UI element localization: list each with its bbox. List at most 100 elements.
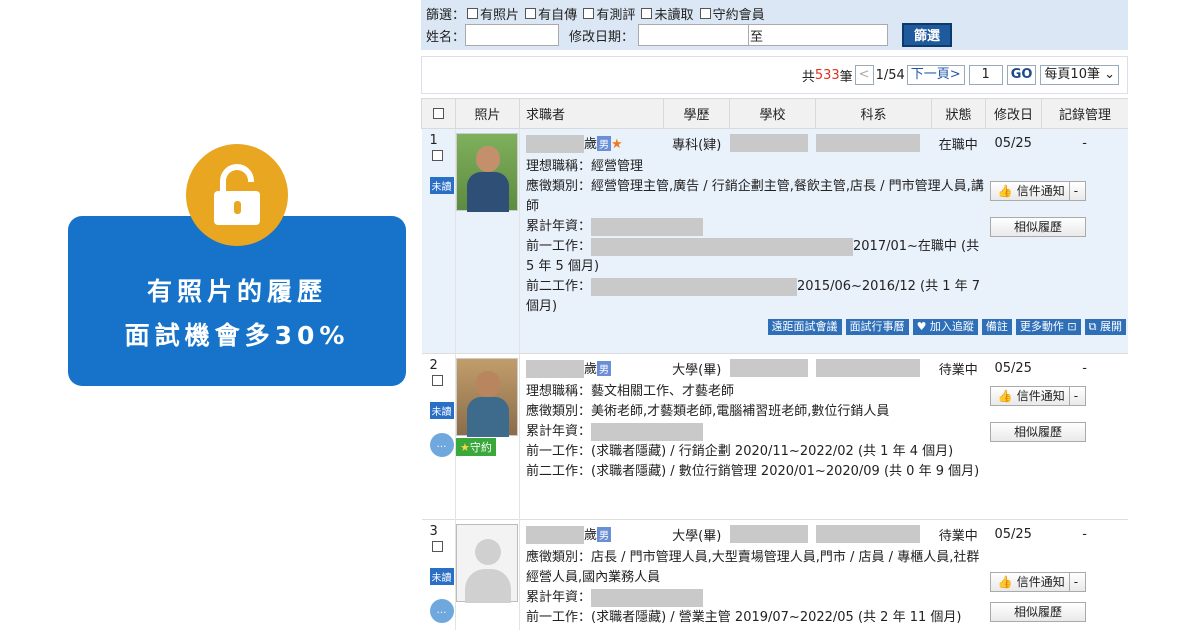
lock-icon — [186, 144, 288, 246]
promo-line-1: 有照片的履歷 — [146, 277, 327, 306]
table-row: 1 未讀 歲男 ★ 專科(肄) 在職中 05/25 - 理想職稱：經營管理 應徵… — [421, 128, 1128, 354]
page-number-input[interactable]: 1 — [968, 65, 1003, 85]
name-redacted — [526, 360, 584, 379]
unread-badge: 未讀 — [429, 402, 454, 419]
filter-checkbox-member[interactable] — [699, 8, 711, 19]
status: 待業中 — [938, 362, 978, 378]
similar-resume-button[interactable]: 相似履歷 — [990, 602, 1086, 622]
email-notify-button[interactable]: 👍 信件通知 - — [990, 572, 1086, 592]
row-checkbox[interactable] — [431, 541, 443, 552]
page-indicator: 1/54 — [875, 67, 905, 83]
status: 待業中 — [938, 528, 978, 544]
age-label: 歲 — [584, 136, 598, 152]
years-label: 累計年資： — [526, 219, 592, 234]
email-notify-button[interactable]: 👍 信件通知 - — [990, 181, 1086, 201]
filter-checkbox-test[interactable] — [583, 8, 595, 19]
status: 在職中 — [938, 137, 978, 153]
go-button[interactable]: GO — [1006, 65, 1037, 85]
thumb-icon: 👍 — [997, 184, 1013, 198]
row-number: 2 — [429, 358, 438, 373]
expand-button[interactable]: ⧉ 展開 — [1084, 319, 1126, 335]
years-redacted — [591, 217, 704, 236]
star-icon: ★ — [460, 441, 470, 454]
row-checkbox[interactable] — [431, 150, 443, 161]
prev2-job-redacted — [591, 277, 798, 296]
school-redacted — [729, 134, 808, 152]
col-education: 學歷 — [663, 98, 730, 129]
department-redacted — [815, 525, 920, 543]
filter-bar: 篩選： 有照片 有自傳 有測評 未讀取 守約會員 姓名： 修改日期： 至 篩選 — [421, 0, 1128, 50]
prev-job-redacted — [591, 237, 854, 256]
modified-date: 05/25 — [994, 526, 1032, 542]
chat-icon[interactable]: … — [429, 599, 454, 623]
date-from-input[interactable] — [638, 24, 751, 46]
per-page-select[interactable]: 每頁10筆 ⌄ — [1040, 65, 1119, 85]
record-value: - — [1082, 135, 1087, 151]
remote-interview-button[interactable]: 遠距面試會議 — [767, 319, 842, 335]
select-all-checkbox[interactable] — [433, 108, 444, 119]
filter-label: 篩選： — [426, 8, 466, 23]
school-redacted — [729, 525, 808, 543]
apply-category: 應徵類別：店長 / 門市管理人員,大型賣場管理人員,門市 / 店員 / 專櫃人員… — [526, 550, 980, 585]
prev2-job-label: 前二工作： — [526, 279, 592, 294]
row-number: 1 — [429, 133, 438, 148]
total-count: 533 — [814, 67, 840, 83]
filter-checkbox-photo[interactable] — [467, 8, 479, 19]
modified-date: 05/25 — [994, 360, 1032, 376]
years-label: 累計年資： — [526, 590, 592, 605]
name-label: 姓名： — [426, 29, 466, 45]
department-redacted — [815, 134, 920, 152]
date-label: 修改日期： — [569, 29, 635, 45]
similar-resume-button[interactable]: 相似履歷 — [990, 422, 1086, 442]
applicant-photo[interactable] — [456, 133, 518, 212]
age-label: 歲 — [584, 527, 598, 543]
col-status: 狀態 — [931, 98, 986, 129]
filter-option-label: 守約會員 — [712, 8, 765, 23]
notify-label: 信件通知 — [1016, 575, 1065, 589]
ideal-title: 理想職稱：藝文相關工作、才藝老師 — [526, 384, 735, 399]
record-value: - — [1082, 360, 1087, 376]
more-actions-button[interactable]: 更多動作 ⊡ — [1015, 319, 1081, 335]
pagination-bar: 共 533 筆 < 1/54 下一頁> 1 GO 每頁10筆 ⌄ — [421, 56, 1128, 94]
email-notify-button[interactable]: 👍 信件通知 - — [990, 386, 1086, 406]
col-modified: 修改日 — [985, 98, 1042, 129]
prev-page-button[interactable]: < — [854, 65, 874, 85]
prev-job: 前一工作：(求職者隱藏) / 行銷企劃 2020/11~2022/02 (共 1… — [526, 444, 954, 459]
per-page-value: 每頁10筆 — [1044, 67, 1100, 82]
thumb-icon: 👍 — [997, 575, 1013, 589]
table-row: 3 未讀 … 歲男 大學(畢) 待業中 05/25 - 應徵類別：店長 / 門市… — [421, 519, 1128, 630]
date-to-input[interactable] — [748, 24, 889, 46]
chat-icon[interactable]: … — [429, 433, 454, 457]
promo-line-2: 面試機會多30% — [124, 321, 350, 350]
filter-checkbox-unread[interactable] — [641, 8, 653, 19]
col-record: 記錄管理 — [1041, 98, 1128, 129]
filter-option-label: 有自傳 — [538, 8, 578, 23]
resume-table: 照片 求職者 學歷 學校 科系 狀態 修改日 記錄管理 1 未讀 歲 男 ★ 專… — [421, 98, 1128, 630]
filter-checkbox-autobio[interactable] — [525, 8, 537, 19]
filter-button[interactable]: 篩選 — [902, 23, 953, 47]
next-page-button[interactable]: 下一頁> — [906, 65, 965, 85]
note-button[interactable]: 備註 — [981, 319, 1012, 335]
interview-calendar-button[interactable]: 面試行事曆 — [845, 319, 909, 335]
name-redacted — [526, 135, 584, 154]
total-suffix: 筆 — [839, 69, 853, 85]
unread-badge: 未讀 — [429, 177, 454, 194]
star-icon[interactable]: ★ — [611, 137, 623, 152]
action-bar: 遠距面試會議 面試行事曆 ♥ 加入追蹤 備註 更多動作 ⊡ ⧉ 展開 — [520, 317, 1128, 337]
applicant-photo[interactable] — [456, 358, 518, 437]
prev2-job: 前二工作：(求職者隱藏) / 數位行銷管理 2020/01~2020/09 (共… — [526, 464, 980, 479]
ideal-title: 理想職稱：經營管理 — [526, 159, 644, 174]
row-checkbox[interactable] — [431, 375, 443, 386]
apply-category: 應徵類別：美術老師,才藝類老師,電腦補習班老師,數位行銷人員 — [526, 404, 890, 419]
filter-option-label: 有測評 — [596, 8, 636, 23]
contract-badge: ★守約 — [456, 438, 496, 456]
applicant-photo-placeholder[interactable] — [456, 524, 518, 603]
gender-badge: 男 — [597, 526, 612, 542]
record-value: - — [1082, 526, 1087, 542]
name-input[interactable] — [465, 24, 560, 46]
add-tracking-button[interactable]: ♥ 加入追蹤 — [912, 319, 978, 335]
similar-resume-button[interactable]: 相似履歷 — [990, 217, 1086, 237]
notify-label: 信件通知 — [1016, 389, 1065, 403]
prev-job: 前一工作：(求職者隱藏) / 營業主管 2019/07~2022/05 (共 2… — [526, 610, 962, 625]
education: 專科(肄) — [672, 137, 722, 153]
